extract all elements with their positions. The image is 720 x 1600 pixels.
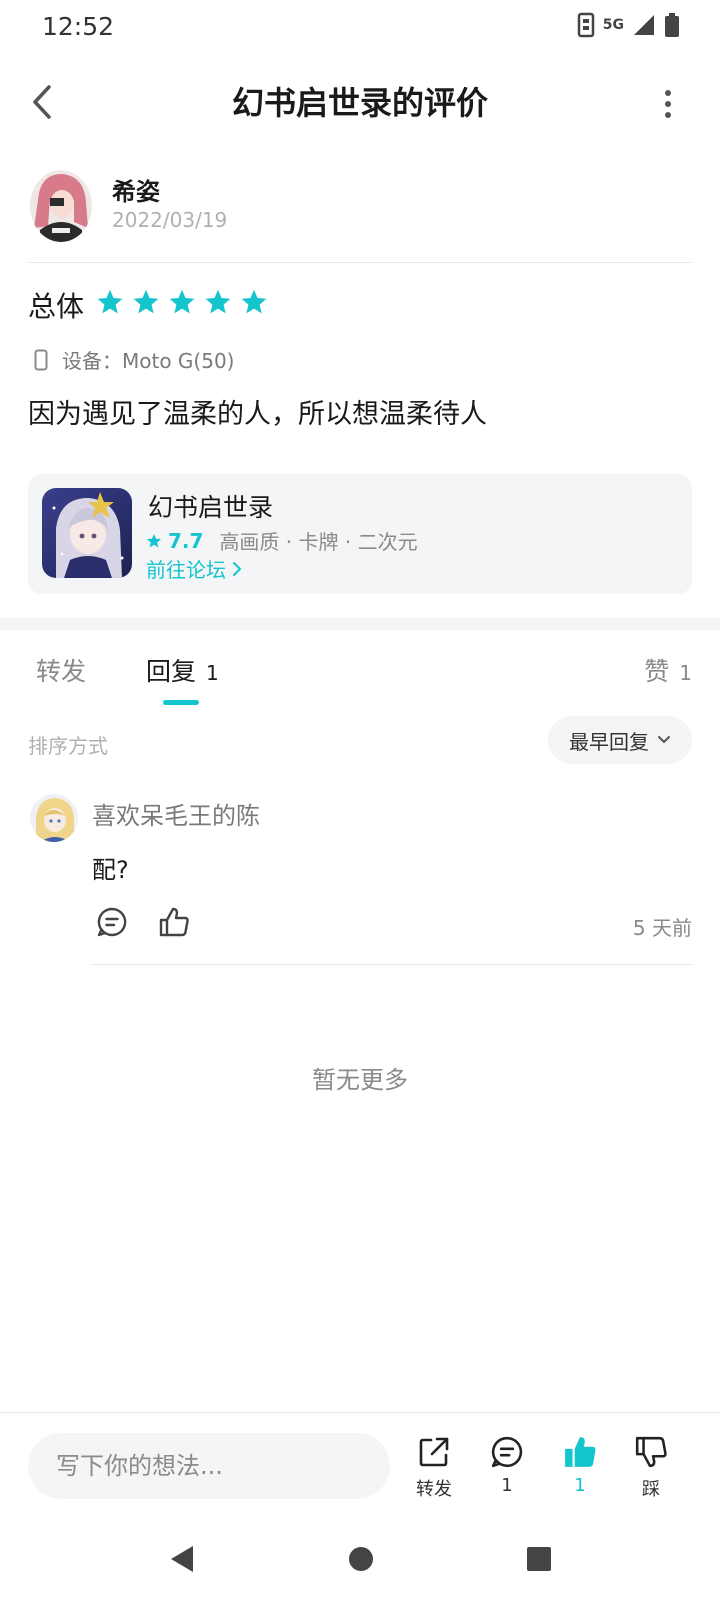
more-dot <box>665 112 671 118</box>
nav-home-icon[interactable] <box>347 1545 375 1573</box>
tab-replies[interactable]: 回复 1 <box>146 652 219 688</box>
forum-link-label: 前往论坛 <box>146 558 226 582</box>
tab-label: 转发 <box>36 657 87 686</box>
star-icon <box>205 289 231 314</box>
device-text: 设备：Moto G(50) <box>62 349 235 373</box>
game-tags: 高画质 · 卡牌 · 二次元 <box>219 530 418 554</box>
dislike-button[interactable]: 踩 <box>621 1435 681 1501</box>
thumbs-up-icon[interactable] <box>158 906 190 938</box>
commenter-name[interactable]: 喜欢呆毛王的陈 <box>92 796 260 831</box>
comment-count: 1 <box>501 1475 513 1496</box>
share-icon <box>419 1437 449 1467</box>
more-dot <box>665 90 671 96</box>
phone-icon <box>34 349 48 370</box>
reviewer-name[interactable]: 希姿 <box>112 172 160 207</box>
comment-input[interactable] <box>28 1433 390 1499</box>
overall-rating-label: 总体 <box>28 290 85 323</box>
status-icons: 5G <box>577 12 680 38</box>
sort-selected: 最早回复 <box>569 729 649 754</box>
section-separator <box>0 618 720 630</box>
tab-count: 1 <box>206 661 219 685</box>
thumbs-up-filled-icon <box>565 1437 596 1467</box>
thumbs-down-icon <box>635 1436 667 1468</box>
more-dot <box>665 101 671 107</box>
chevron-down-icon <box>658 736 670 744</box>
active-tab-indicator <box>163 700 199 705</box>
page-title: 幻书启世录的评价 <box>231 84 488 122</box>
tab-likes[interactable]: 赞 1 <box>644 652 692 688</box>
tab-label: 赞 <box>644 657 670 686</box>
dislike-label: 踩 <box>642 1479 660 1500</box>
more-options-button[interactable] <box>656 84 680 124</box>
reply-icon[interactable] <box>96 906 128 938</box>
device-info: 设备：Moto G(50) <box>34 345 234 374</box>
like-count: 1 <box>574 1475 586 1496</box>
tab-count: 1 <box>679 661 692 685</box>
sort-label: 排序方式 <box>28 734 108 758</box>
share-button[interactable]: 转发 <box>404 1435 464 1501</box>
battery-icon <box>665 13 679 37</box>
game-meta: 7.7 高画质 · 卡牌 · 二次元 <box>146 526 418 555</box>
game-icon <box>42 488 132 578</box>
comment-icon <box>491 1436 523 1468</box>
star-icon <box>133 289 159 314</box>
nav-back-icon[interactable] <box>167 1543 197 1575</box>
review-date: 2022/03/19 <box>112 208 228 232</box>
chevron-right-icon <box>233 561 242 576</box>
commenter-avatar[interactable] <box>30 794 78 842</box>
share-label: 转发 <box>416 1479 452 1500</box>
reviewer-avatar[interactable] <box>30 170 92 242</box>
system-nav-bar <box>0 1518 720 1600</box>
signal-icon <box>634 15 654 35</box>
star-icon <box>97 289 123 314</box>
forum-link[interactable]: 前往论坛 <box>146 554 242 583</box>
game-score: 7.7 <box>168 528 204 553</box>
tab-repost[interactable]: 转发 <box>36 652 86 688</box>
status-time: 12:52 <box>42 12 115 41</box>
comment-text: 配? <box>92 856 129 884</box>
game-card[interactable]: 幻书启世录 7.7 高画质 · 卡牌 · 二次元 前往论坛 <box>28 474 692 594</box>
rating-stars <box>96 288 268 316</box>
star-icon <box>146 533 162 547</box>
game-name: 幻书启世录 <box>148 493 274 522</box>
sort-dropdown[interactable]: 最早回复 <box>548 716 692 764</box>
no-more-text: 暂无更多 <box>312 1066 408 1094</box>
tab-label: 回复 <box>146 657 197 686</box>
star-icon <box>241 289 267 314</box>
comment-time: 5 天前 <box>632 916 692 940</box>
review-content: 因为遇见了温柔的人，所以想温柔待人 <box>28 399 487 430</box>
like-button[interactable]: 1 <box>550 1435 610 1496</box>
divider <box>92 964 692 965</box>
vibrate-icon <box>577 12 595 38</box>
nav-recents-icon[interactable] <box>525 1545 553 1573</box>
comment-actions <box>96 906 190 938</box>
star-icon <box>169 289 195 314</box>
network-type-icon: 5G <box>602 17 624 33</box>
comment-button[interactable]: 1 <box>477 1435 537 1496</box>
divider <box>28 262 692 263</box>
